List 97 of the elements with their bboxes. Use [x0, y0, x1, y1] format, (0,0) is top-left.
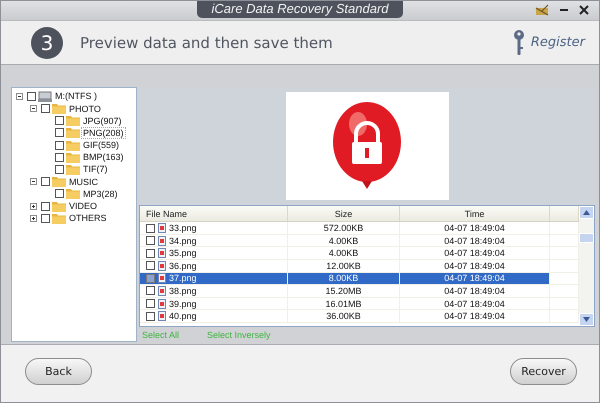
register-link[interactable]: Register: [530, 35, 585, 50]
tree-item[interactable]: OTHERS: [68, 213, 108, 224]
folder-icon: [52, 212, 66, 224]
folder-icon: [66, 164, 80, 175]
folder-icon: [52, 103, 66, 114]
scroll-up-button[interactable]: [579, 206, 594, 220]
expand-icon[interactable]: [30, 214, 37, 222]
checkbox[interactable]: [146, 312, 155, 321]
key-icon: [512, 30, 525, 56]
window-title: iCare Data Recovery Standard: [197, 1, 403, 18]
checkbox[interactable]: [55, 140, 64, 150]
folder-icon: [66, 115, 80, 126]
folder-icon: [52, 176, 66, 188]
checkbox[interactable]: [55, 164, 64, 174]
file-name: 36.png: [169, 260, 197, 271]
folder-icon: [66, 188, 80, 200]
image-file-icon: [158, 260, 166, 271]
tree-item[interactable]: PNG(208): [82, 128, 125, 138]
file-time: 04-07 18:49:04: [444, 248, 505, 258]
tree-item[interactable]: M:(NTFS ): [54, 91, 98, 102]
folder-icon: [66, 127, 80, 138]
image-file-icon: [158, 273, 166, 284]
file-time: 04-07 18:49:04: [444, 223, 505, 234]
file-time: 04-07 18:49:04: [444, 311, 505, 322]
tree-item[interactable]: TIF(7): [82, 164, 108, 174]
collapse-icon[interactable]: [16, 92, 23, 100]
file-time: 04-07 18:49:04: [444, 260, 505, 271]
folder-icon: [66, 140, 80, 151]
file-time: 04-07 18:49:04: [444, 236, 505, 246]
checkbox[interactable]: [55, 128, 64, 138]
column-header[interactable]: File Name: [140, 206, 288, 222]
file-time: 04-07 18:49:04: [444, 286, 505, 296]
file-name: 37.png: [169, 273, 197, 284]
scroll-down-button[interactable]: [579, 313, 594, 326]
tree-item[interactable]: JPG(907): [82, 116, 123, 126]
back-button[interactable]: Back: [25, 358, 92, 386]
checkbox[interactable]: [146, 261, 155, 270]
file-size: 4.00KB: [328, 248, 358, 258]
scroll-thumb[interactable]: [579, 233, 594, 244]
checkbox[interactable]: [55, 189, 64, 198]
checkbox[interactable]: [146, 274, 155, 283]
checkbox[interactable]: [146, 236, 155, 246]
checkbox[interactable]: [146, 224, 155, 233]
file-size: 12.00KB: [326, 260, 361, 271]
image-file-icon: [158, 248, 166, 258]
column-header[interactable]: Time: [400, 206, 550, 222]
folder-icon: [66, 152, 80, 163]
file-name: 35.png: [169, 248, 197, 258]
collapse-icon[interactable]: [30, 178, 37, 186]
checkbox[interactable]: [41, 202, 50, 210]
file-time: 04-07 18:49:04: [444, 298, 505, 309]
image-file-icon: [158, 311, 166, 322]
column-header[interactable]: Size: [288, 206, 400, 222]
selected-row[interactable]: 37.png 8.00KB 04-07 18:49:04: [140, 272, 579, 286]
image-file-icon: [158, 223, 166, 234]
checkbox[interactable]: [146, 286, 155, 296]
scroll-up-icon: [583, 210, 590, 216]
tree-item[interactable]: MP3(28): [82, 188, 119, 199]
file-size: 36.00KB: [326, 311, 361, 322]
close-icon[interactable]: [579, 5, 589, 15]
tree-item[interactable]: PHOTO: [68, 104, 102, 114]
image-file-icon: [158, 298, 166, 309]
scroll-down-icon: [583, 317, 590, 322]
expand-icon[interactable]: [30, 202, 37, 210]
scrollbar[interactable]: [579, 206, 594, 326]
checkbox[interactable]: [27, 92, 36, 101]
tree-item[interactable]: MUSIC: [68, 176, 99, 187]
checkbox[interactable]: [55, 152, 64, 162]
tree-item[interactable]: VIDEO: [68, 201, 98, 211]
tree-item[interactable]: GIF(559): [82, 140, 120, 150]
checkbox[interactable]: [146, 299, 155, 308]
checkbox[interactable]: [41, 177, 50, 186]
file-name: 40.png: [169, 311, 197, 322]
file-size: 4.00KB: [328, 236, 358, 246]
step-number: 3: [31, 26, 63, 59]
drive-icon: [38, 90, 52, 102]
tree-item[interactable]: BMP(163): [82, 152, 125, 162]
file-time: 04-07 18:49:04: [444, 273, 505, 284]
file-name: 33.png: [169, 223, 197, 234]
checkbox[interactable]: [41, 214, 50, 223]
image-file-icon: [158, 236, 166, 246]
file-size: 16.01MB: [325, 298, 362, 309]
file-name: 34.png: [169, 236, 197, 246]
image-file-icon: [158, 286, 166, 296]
checkbox[interactable]: [146, 248, 155, 258]
file-size: 572.00KB: [324, 223, 364, 234]
folder-icon: [52, 200, 66, 212]
checkbox[interactable]: [41, 104, 50, 113]
checkbox[interactable]: [55, 116, 64, 126]
file-name: 38.png: [169, 286, 197, 296]
collapse-icon[interactable]: [30, 105, 37, 112]
step-heading: Preview data and then save them: [80, 34, 334, 52]
recover-button[interactable]: Recover: [510, 358, 577, 386]
file-size: 8.00KB: [328, 273, 358, 284]
file-size: 15.20MB: [325, 286, 362, 296]
file-name: 39.png: [169, 298, 197, 309]
skin-icon[interactable]: [535, 4, 549, 16]
